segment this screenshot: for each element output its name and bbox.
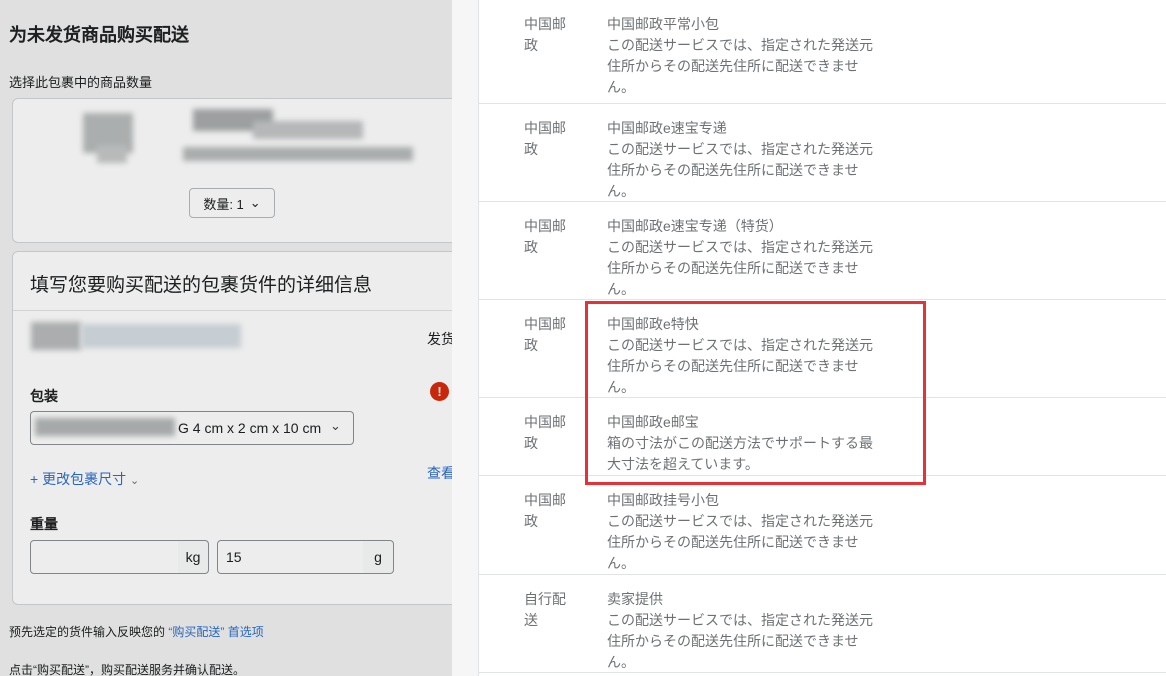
service-note: 箱の寸法がこの配送方法でサポートする最大寸法を超えています。 (607, 435, 873, 472)
service-name: 中国邮政e特快 (607, 316, 699, 332)
service-info: 中国邮政e邮宝 箱の寸法がこの配送方法でサポートする最大寸法を超えています。 (607, 412, 879, 475)
table-row[interactable]: 中国邮政 中国邮政挂号小包 この配送サービスでは、指定された発送元住所からその配… (479, 476, 1166, 575)
service-info: 中国邮政e特快 この配送サービスでは、指定された発送元住所からその配送先住所に配… (607, 314, 879, 398)
table-row[interactable]: 中国邮政 中国邮政e邮宝 箱の寸法がこの配送方法でサポートする最大寸法を超えてい… (479, 398, 1166, 476)
service-name: 中国邮政挂号小包 (607, 492, 719, 508)
carrier-name: 中国邮政 (524, 492, 566, 529)
carrier-name: 中国邮政 (524, 16, 566, 53)
service-info: 中国邮政平常小包 この配送サービスでは、指定された発送元住所からその配送先住所に… (607, 14, 879, 98)
service-info: 中国邮政e速宝专递（特货） この配送サービスでは、指定された発送元住所からその配… (607, 216, 879, 300)
service-note: この配送サービスでは、指定された発送元住所からその配送先住所に配送できません。 (607, 612, 873, 670)
carrier-name: 中国邮政 (524, 218, 566, 255)
panel-gutter (452, 0, 478, 676)
service-name: 中国邮政e速宝专递（特货） (607, 218, 783, 234)
service-note: この配送サービスでは、指定された発送元住所からその配送先住所に配送できません。 (607, 239, 873, 297)
carrier-name: 中国邮政 (524, 316, 566, 353)
carrier-name: 自行配送 (524, 591, 566, 628)
table-row[interactable]: 中国邮政 中国邮政平常小包 この配送サービスでは、指定された発送元住所からその配… (479, 0, 1166, 104)
table-row[interactable]: 中国邮政 中国邮政e特快 この配送サービスでは、指定された発送元住所からその配送… (479, 300, 1166, 398)
service-note: この配送サービスでは、指定された発送元住所からその配送先住所に配送できません。 (607, 513, 873, 571)
service-info: 中国邮政e速宝专递 この配送サービスでは、指定された発送元住所からその配送先住所… (607, 118, 879, 202)
service-name: 中国邮政e邮宝 (607, 414, 699, 430)
service-name: 中国邮政平常小包 (607, 16, 719, 32)
carrier-name: 中国邮政 (524, 120, 566, 157)
service-note: この配送サービスでは、指定された発送元住所からその配送先住所に配送できません。 (607, 337, 873, 395)
service-name: 中国邮政e速宝专递 (607, 120, 727, 136)
shipping-options-panel: 中国邮政 中国邮政平常小包 この配送サービスでは、指定された発送元住所からその配… (452, 0, 1166, 676)
service-note: この配送サービスでは、指定された発送元住所からその配送先住所に配送できません。 (607, 37, 873, 95)
modal-backdrop (0, 0, 452, 676)
carrier-name: 中国邮政 (524, 414, 566, 451)
table-row[interactable]: 中国邮政 中国邮政e速宝专递（特货） この配送サービスでは、指定された発送元住所… (479, 202, 1166, 300)
buy-shipping-page: 为未发货商品购买配送 选择此包裹中的商品数量 数量: 1 ⌄ 填写您要购买配送的… (0, 0, 452, 676)
service-info: 中国邮政挂号小包 この配送サービスでは、指定された発送元住所からその配送先住所に… (607, 490, 879, 574)
service-name: 卖家提供 (607, 591, 663, 607)
service-info: 卖家提供 この配送サービスでは、指定された発送元住所からその配送先住所に配送でき… (607, 589, 879, 673)
table-row[interactable]: 自行配送 卖家提供 この配送サービスでは、指定された発送元住所からその配送先住所… (479, 575, 1166, 673)
table-row[interactable]: 中国邮政 中国邮政e速宝专递 この配送サービスでは、指定された発送元住所からその… (479, 104, 1166, 202)
shipping-options-table: 中国邮政 中国邮政平常小包 この配送サービスでは、指定された発送元住所からその配… (478, 0, 1166, 676)
service-note: この配送サービスでは、指定された発送元住所からその配送先住所に配送できません。 (607, 141, 873, 199)
